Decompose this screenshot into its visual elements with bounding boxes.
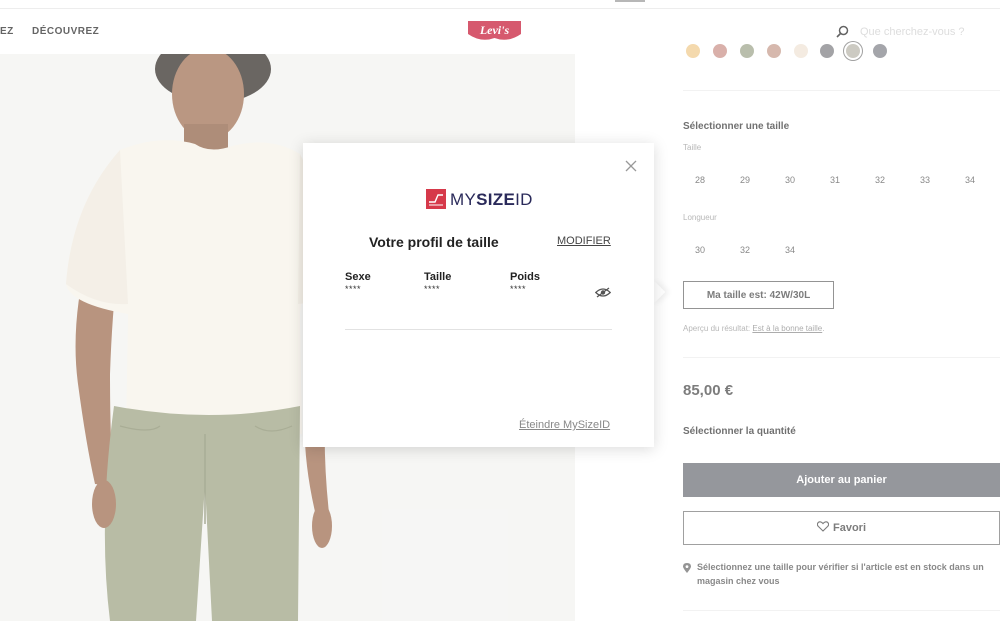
mysizeid-mark-icon	[426, 189, 446, 209]
profile-field-sex: Sexe ****	[345, 271, 371, 294]
mysizeid-prefix: MY	[450, 190, 477, 209]
field-value: ****	[510, 284, 527, 294]
mysizeid-wordmark: MYSIZEID	[450, 190, 533, 210]
modal-divider	[345, 329, 612, 330]
close-icon[interactable]	[624, 159, 638, 173]
turn-off-mysizeid-link[interactable]: Éteindre MySizeID	[519, 419, 610, 431]
mysizeid-modal: MYSIZEID Votre profil de taille MODIFIER…	[303, 143, 654, 447]
hidden-eye-icon[interactable]	[594, 285, 612, 298]
modify-link[interactable]: MODIFIER	[557, 235, 611, 247]
mysizeid-suffix: ID	[515, 190, 533, 209]
field-label: Taille	[424, 271, 452, 283]
profile-field-weight: Poids ****	[510, 271, 540, 294]
field-value: ****	[424, 284, 441, 294]
field-label: Sexe	[345, 271, 371, 283]
field-label: Poids	[510, 271, 540, 283]
profile-field-height: Taille ****	[424, 271, 451, 294]
field-value: ****	[345, 284, 362, 294]
profile-title: Votre profil de taille	[369, 234, 499, 250]
mysizeid-bold: SIZE	[476, 190, 516, 209]
